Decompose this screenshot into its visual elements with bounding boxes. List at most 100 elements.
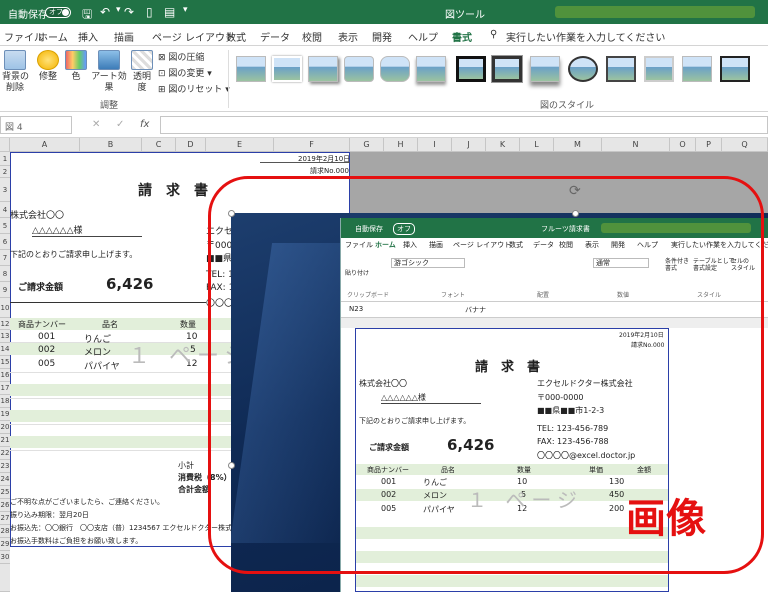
picture-style-13[interactable] [682,56,712,82]
tab-formulas[interactable]: 数式 [226,29,246,44]
tab-page-layout[interactable]: ページ レイアウト [152,29,235,44]
artistic-effects-button[interactable]: アート効果 [90,50,128,94]
picture-style-10[interactable] [568,56,598,82]
row-header[interactable]: 23 [0,460,10,473]
picture-style-12[interactable] [644,56,674,82]
tab-insert[interactable]: 挿入 [78,29,98,44]
tab-draw[interactable]: 描画 [114,29,134,44]
select-all-corner[interactable] [0,138,10,152]
remove-background-button[interactable]: 背景の 削除 [2,50,29,94]
save-icon[interactable]: 🖫 [82,5,92,26]
row-header[interactable]: 30 [0,551,10,564]
picture-style-3[interactable] [308,56,338,82]
col-header-g[interactable]: G [350,138,384,152]
reset-picture-button[interactable]: ⊞ 図のリセット ▾ [158,82,230,95]
col-header-f[interactable]: F [274,138,350,152]
col-header-c[interactable]: C [142,138,176,152]
col-header-l[interactable]: L [520,138,554,152]
insert-function-icon[interactable]: fx [140,119,149,130]
picture-style-1[interactable] [236,56,266,82]
row-header[interactable] [0,564,10,592]
row-header[interactable]: 22 [0,447,10,460]
formula-input[interactable] [160,116,768,134]
name-box[interactable]: 図 4 [0,116,72,134]
picture-style-6[interactable] [416,56,446,82]
row-header[interactable]: 19 [0,408,10,421]
row-header[interactable]: 6 [0,234,10,250]
tab-view[interactable]: 表示 [338,29,358,44]
row-header[interactable]: 9 [0,282,10,298]
row-header[interactable]: 2 [0,166,10,178]
change-picture-button[interactable]: ⊡ 図の変更 ▾ [158,66,212,79]
row-header[interactable]: 24 [0,473,10,486]
row-header[interactable]: 13 [0,330,10,343]
picture-style-9[interactable] [530,56,560,82]
col-header-m[interactable]: M [554,138,602,152]
tab-data[interactable]: データ [260,29,290,44]
row-header[interactable]: 3 [0,178,10,202]
transparency-button[interactable]: 透明 度 [130,50,154,94]
row-header[interactable]: 8 [0,266,10,282]
col-header-k[interactable]: K [486,138,520,152]
row-header[interactable]: 25 [0,486,10,499]
picture-style-11[interactable] [606,56,636,82]
picture-style-5[interactable] [380,56,410,82]
col-header-a[interactable]: A [10,138,80,152]
col-header-j[interactable]: J [452,138,486,152]
picture-style-2[interactable] [272,56,302,82]
picture-style-8[interactable] [491,55,523,83]
tab-developer[interactable]: 開発 [372,29,392,44]
row-header[interactable]: 26 [0,499,10,512]
row-header[interactable]: 12 [0,318,10,330]
picture-style-14[interactable] [720,56,750,82]
inner-name: りんご [423,478,447,487]
header-name: 品名 [102,320,118,329]
resize-handle[interactable] [228,462,235,469]
col-header-q[interactable]: Q [722,138,768,152]
row-header[interactable]: 28 [0,525,10,538]
col-header-p[interactable]: P [696,138,722,152]
color-button[interactable]: 色 [64,50,88,83]
compress-pictures-button[interactable]: ⊠ 図の圧縮 [158,50,204,63]
row-header[interactable]: 10 [0,298,10,318]
col-header-d[interactable]: D [176,138,206,152]
row-header[interactable]: 14 [0,343,10,356]
autosave-toggle[interactable]: オフ [45,7,71,18]
row-header[interactable]: 27 [0,512,10,525]
col-header-o[interactable]: O [670,138,696,152]
tab-home[interactable]: ホーム [38,29,68,44]
row-header[interactable]: 1 [0,152,10,166]
redo-icon[interactable]: ↷ [124,5,134,19]
row-header[interactable]: 16 [0,369,10,382]
undo-icon[interactable]: ↶ [100,5,110,19]
row-header[interactable]: 7 [0,250,10,266]
row-header[interactable]: 15 [0,356,10,369]
col-header-h[interactable]: H [384,138,418,152]
col-header-b[interactable]: B [80,138,142,152]
row-header[interactable]: 21 [0,434,10,447]
picture-style-7[interactable] [456,56,486,82]
customize-qat-icon[interactable]: ▾ [183,5,188,15]
tab-review[interactable]: 校閲 [302,29,322,44]
row-header[interactable]: 17 [0,382,10,395]
picture-style-4[interactable] [344,56,374,82]
resize-handle[interactable] [572,210,579,217]
tab-help[interactable]: ヘルプ [408,29,438,44]
row-header[interactable]: 4 [0,202,10,218]
form-icon[interactable]: ▤ [164,5,175,19]
col-header-i[interactable]: I [418,138,452,152]
row-header[interactable]: 29 [0,538,10,551]
tell-me-search[interactable]: 実行したい作業を入力してください [506,29,665,44]
print-preview-icon[interactable]: ▯ [146,5,153,19]
rotate-handle-icon[interactable]: ⟳ [569,183,581,199]
row-header[interactable]: 5 [0,218,10,234]
row-header[interactable]: 18 [0,395,10,408]
corrections-button[interactable]: 修整 [34,50,62,83]
enter-icon[interactable]: ✓ [116,119,124,130]
row-header[interactable]: 20 [0,421,10,434]
undo-dropdown-icon[interactable]: ▾ [116,5,121,15]
col-header-n[interactable]: N [602,138,670,152]
col-header-e[interactable]: E [206,138,274,152]
cancel-icon[interactable]: ✕ [92,119,100,130]
resize-handle[interactable] [228,210,235,217]
